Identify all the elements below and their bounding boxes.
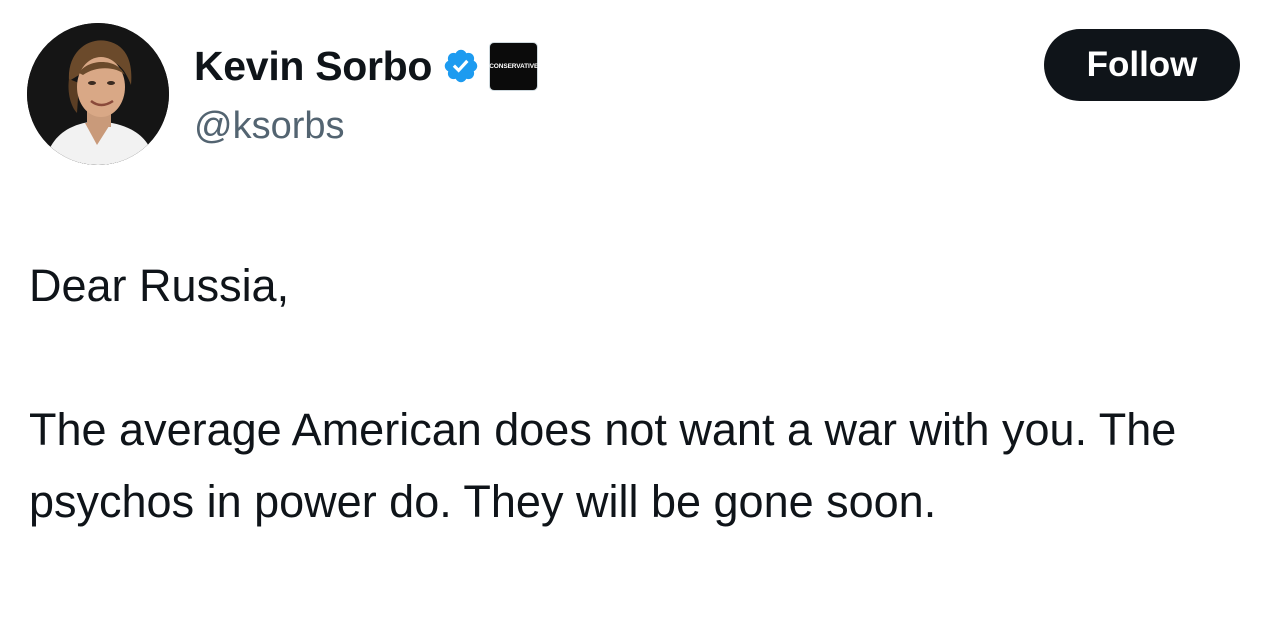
author-display-name[interactable]: Kevin Sorbo: [194, 40, 432, 92]
avatar-photo-icon: [27, 23, 169, 165]
avatar[interactable]: [27, 23, 169, 165]
tweet-paragraph: Dear Russia,: [29, 260, 290, 311]
author-name-row: Kevin Sorbo CONSERVATIVE: [194, 40, 538, 92]
author-handle[interactable]: @ksorbs: [194, 103, 345, 149]
verified-badge-icon[interactable]: [442, 47, 480, 85]
tweet-text: Dear Russia, The average American does n…: [29, 250, 1244, 538]
follow-button[interactable]: Follow: [1044, 29, 1240, 101]
tweet-paragraph: The average American does not want a war…: [29, 404, 1177, 527]
tweet-card: Kevin Sorbo CONSERVATIVE @ksorbs Follow …: [0, 0, 1271, 623]
affiliate-badge-label: CONSERVATIVE: [489, 62, 539, 70]
affiliate-badge[interactable]: CONSERVATIVE: [489, 41, 539, 91]
